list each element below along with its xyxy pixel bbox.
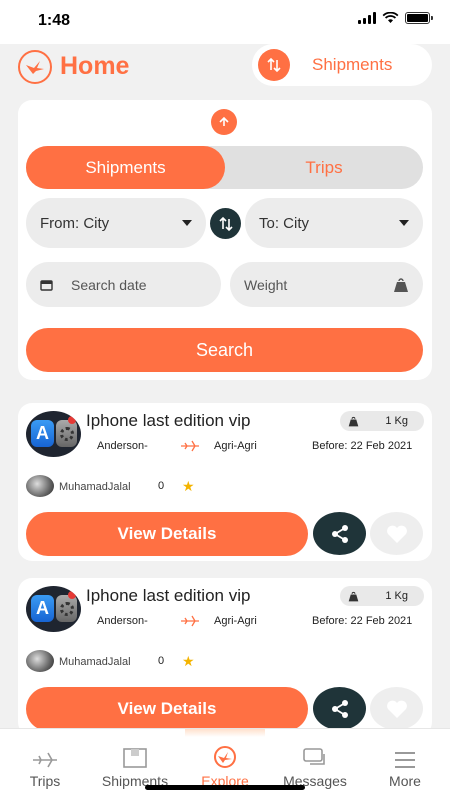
battery-icon [405,12,433,24]
item-image: A [26,411,81,457]
route-to: Agri-Agri [214,440,257,452]
share-button[interactable] [313,687,366,730]
wifi-icon [382,12,399,23]
star-icon: ★ [182,653,195,669]
notification-dot [68,591,76,599]
header: Home Shipments [0,44,450,90]
signal-icon [358,12,376,24]
shipments-toggle-label: Shipments [312,55,393,74]
shipment-title: Iphone last edition vip [86,411,251,430]
route-from: Anderson- [97,440,148,452]
tab-more[interactable]: More [370,729,440,789]
weight-placeholder: Weight [244,276,288,293]
from-city-select[interactable]: From: City [26,198,206,248]
status-time: 1:48 [38,12,71,29]
tab-messages[interactable]: Messages [270,729,360,789]
deadline-date: Before: 22 Feb 2021 [312,440,413,452]
calendar-icon [40,279,53,291]
logo-icon [214,746,236,768]
swap-vertical-icon [218,216,233,231]
settings-icon [56,420,77,447]
notification-dot [68,416,76,424]
tab-trips[interactable]: Trips [225,146,423,189]
heart-icon [386,525,407,543]
from-city-label: From: City [40,214,110,232]
swap-vertical-icon [258,49,290,81]
messages-icon [303,748,325,765]
avatar[interactable] [26,650,54,672]
type-toggle: Shipments Trips [26,146,423,189]
menu-icon [395,752,415,768]
favorite-button[interactable] [370,512,423,555]
shipment-title: Iphone last edition vip [86,586,251,605]
chevron-down-icon [399,220,409,226]
notch [103,0,349,30]
weight-icon [348,591,359,601]
shipment-card: A Iphone last edition vip 1 Kg Anderson-… [18,578,432,736]
route-to: Agri-Agri [214,615,257,627]
favorite-button[interactable] [370,687,423,730]
chevron-down-icon [182,220,192,226]
swap-cities-button[interactable] [210,208,241,239]
to-city-label: To: City [259,214,310,232]
settings-icon [56,595,77,622]
weight-value: 1 Kg [385,590,408,602]
status-bar: 1:48 [0,0,450,44]
airplane-icon [33,752,57,768]
avatar[interactable] [26,475,54,497]
share-button[interactable] [313,512,366,555]
box-icon [123,748,147,768]
arrow-up-icon [219,116,229,126]
logo-icon [18,50,52,84]
weight-icon [348,416,359,426]
tab-explore[interactable]: Explore [185,729,265,789]
weight-badge: 1 Kg [340,586,424,606]
shipments-toggle-button[interactable]: Shipments [252,44,432,86]
view-details-button[interactable]: View Details [26,512,308,556]
weight-value: 1 Kg [385,415,408,427]
shipment-card: A Iphone last edition vip 1 Kg Anderson-… [18,403,432,561]
route-from: Anderson- [97,615,148,627]
to-city-select[interactable]: To: City [245,198,423,248]
status-icons [358,12,433,24]
share-icon [331,524,348,543]
deadline-date: Before: 22 Feb 2021 [312,615,413,627]
star-icon: ★ [182,478,195,494]
user-rating: 0 [158,480,165,492]
view-details-button[interactable]: View Details [26,687,308,731]
tab-trips-label: Trips [29,773,61,789]
search-date-placeholder: Search date [71,276,147,293]
user-name[interactable]: MuhamadJalal [59,656,131,668]
tab-shipments[interactable]: Shipments [26,146,225,189]
user-name[interactable]: MuhamadJalal [59,481,131,493]
weight-icon [394,277,408,292]
app-store-icon: A [31,420,54,447]
weight-badge: 1 Kg [340,411,424,431]
heart-icon [386,700,407,718]
tab-trips[interactable]: Trips [10,729,80,789]
search-panel: Shipments Trips From: City To: City Sear… [18,100,432,380]
app-store-icon: A [31,595,54,622]
user-rating: 0 [158,655,165,667]
item-image: A [26,586,81,632]
page-title: Home [60,52,130,80]
home-indicator [145,785,305,790]
search-date-field[interactable]: Search date [26,262,221,307]
weight-field[interactable]: Weight [230,262,423,307]
collapse-button[interactable] [211,109,237,135]
share-icon [331,699,348,718]
airplane-icon [181,615,199,627]
airplane-icon [181,440,199,452]
tab-more-label: More [389,773,421,789]
tab-shipments-nav[interactable]: Shipments [90,729,180,789]
search-button[interactable]: Search [26,328,423,372]
